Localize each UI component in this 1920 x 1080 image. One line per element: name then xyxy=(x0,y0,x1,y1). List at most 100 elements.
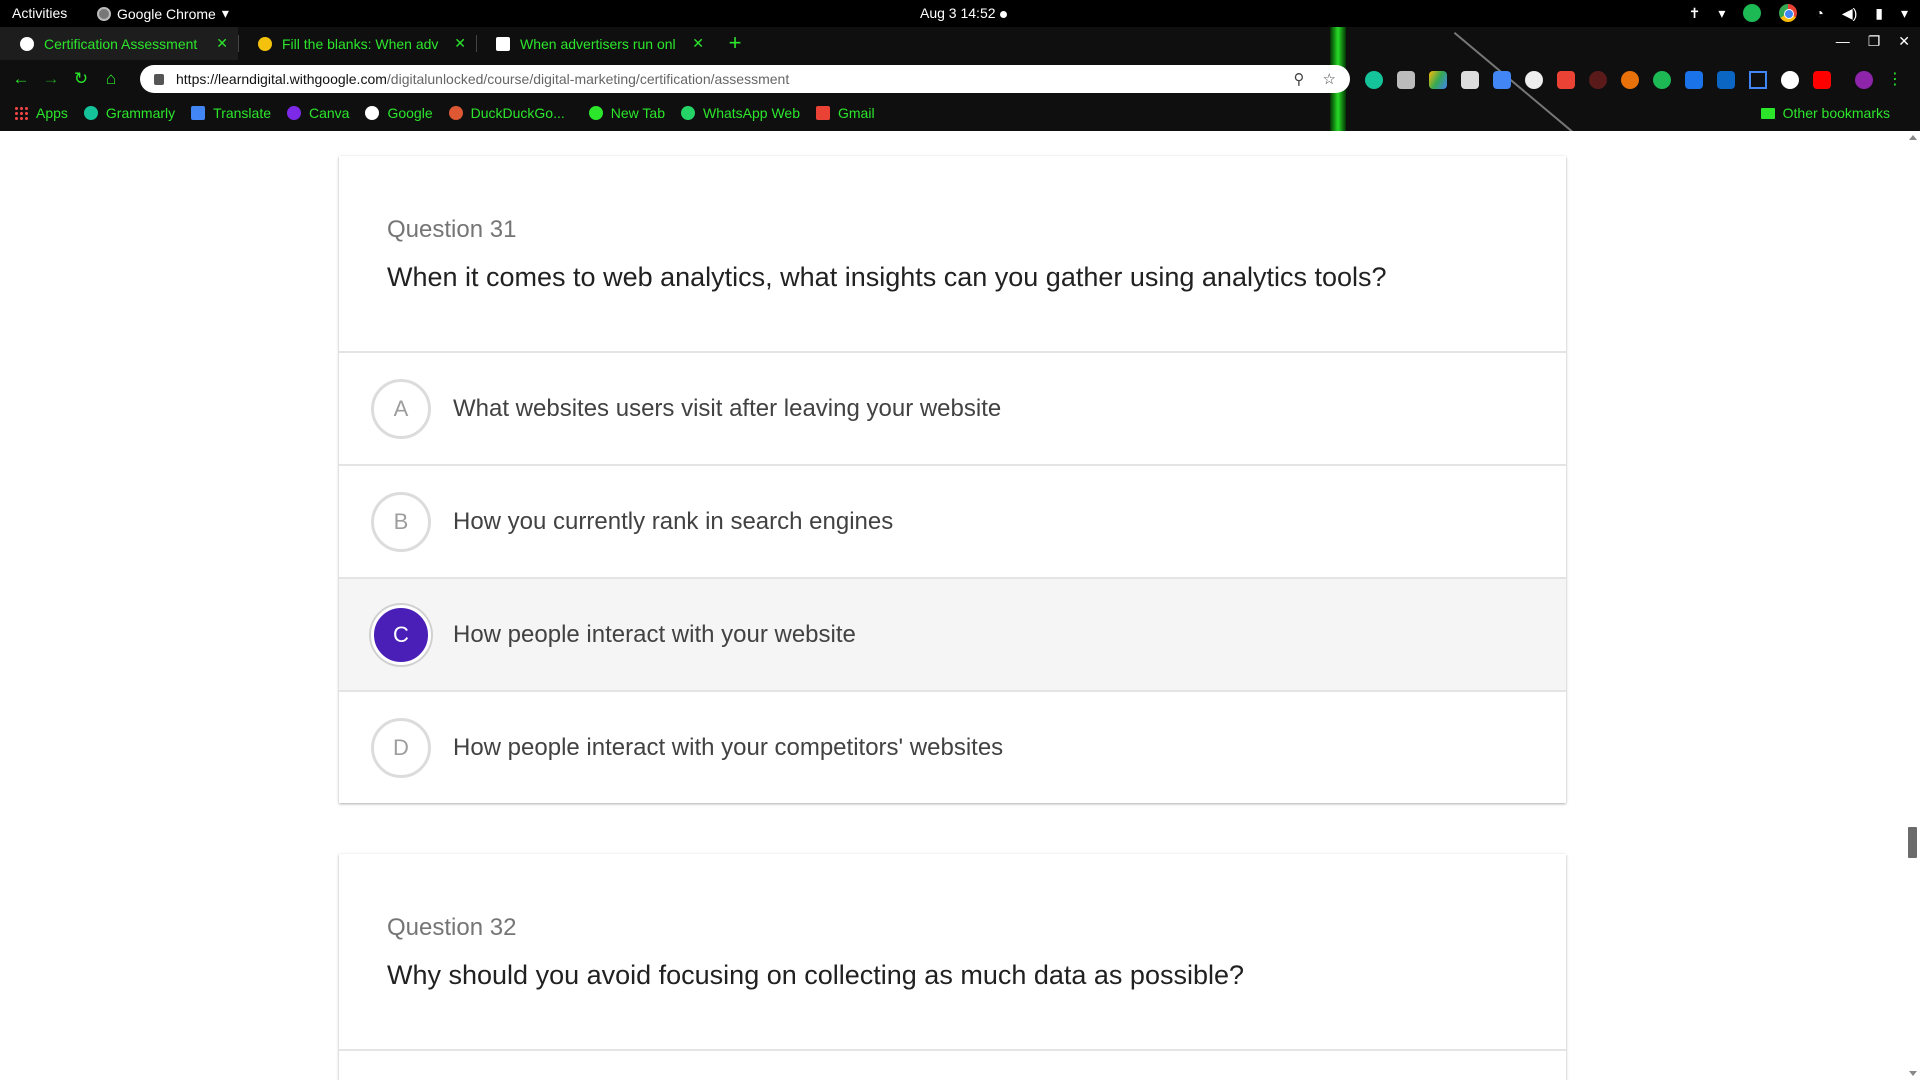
grammarly-icon xyxy=(83,106,98,120)
browser-toolbar: ← → ↻ ⌂ https://learndigital.withgoogle.… xyxy=(0,61,1920,97)
profile-avatar-icon[interactable] xyxy=(1855,71,1873,89)
question-number: Question 31 xyxy=(387,216,517,243)
bookmark-canva[interactable]: Canva xyxy=(287,105,349,121)
question-card: Question 32 Why should you avoid focusin… xyxy=(339,854,1566,1080)
close-tab-icon[interactable]: ✕ xyxy=(454,35,466,52)
forward-icon[interactable]: → xyxy=(36,69,66,89)
gmail-icon xyxy=(816,106,830,120)
option-letter-badge: D xyxy=(371,717,431,778)
youtube-extension-icon[interactable] xyxy=(1813,71,1831,89)
gmail-extension-icon[interactable] xyxy=(1557,71,1575,89)
answer-option-a[interactable] xyxy=(339,1049,1566,1080)
answer-option-c[interactable]: C How people interact with your website xyxy=(339,577,1566,690)
home-icon[interactable]: ⌂ xyxy=(96,69,126,89)
clock[interactable]: Aug 3 14:52 xyxy=(920,5,1007,21)
mail-extension-icon[interactable] xyxy=(1461,71,1479,89)
system-tray: ✝ ▾ ◔ ◀) ▮ ▾ xyxy=(1689,4,1908,22)
bookmark-label: New Tab xyxy=(610,105,665,121)
extension-icon[interactable] xyxy=(1621,71,1639,89)
drive-extension-icon[interactable] xyxy=(1429,71,1447,89)
bookmark-gmail[interactable]: Gmail xyxy=(816,105,875,121)
option-letter-badge: C xyxy=(371,604,431,665)
bookmark-star-icon[interactable]: ☆ xyxy=(1323,70,1336,88)
chrome-tray-icon[interactable] xyxy=(1779,4,1798,22)
battery-icon[interactable]: ▮ xyxy=(1875,5,1883,22)
volume-icon[interactable]: ◀) xyxy=(1842,5,1857,22)
brainly-favicon-icon xyxy=(496,36,510,51)
linkedin-extension-icon[interactable] xyxy=(1717,71,1735,89)
wifi-icon[interactable]: ◔ xyxy=(1815,5,1823,21)
question-card: Question 31 When it comes to web analyti… xyxy=(339,156,1566,803)
question-text: When it comes to web analytics, what ins… xyxy=(387,262,1387,292)
restore-icon[interactable]: ❐ xyxy=(1868,33,1881,50)
accessibility-icon[interactable]: ✝ xyxy=(1689,5,1701,22)
close-window-icon[interactable]: ✕ xyxy=(1898,33,1910,50)
status-indicator-icon[interactable] xyxy=(1743,4,1762,22)
extension-icon[interactable] xyxy=(1749,71,1767,89)
extension-icon[interactable] xyxy=(1525,71,1543,89)
extension-icon[interactable] xyxy=(1589,71,1607,89)
activities-button[interactable]: Activities xyxy=(12,5,67,21)
bookmark-grammarly[interactable]: Grammarly xyxy=(83,105,175,121)
tab-when-advertisers[interactable]: When advertisers run onl ✕ xyxy=(476,27,714,60)
bookmark-duckduckgo[interactable]: DuckDuckGo... xyxy=(448,105,565,121)
chevron-down-icon: ▾ xyxy=(221,5,229,21)
google-favicon-icon xyxy=(20,36,34,51)
option-text: What websites users visit after leaving … xyxy=(453,394,1002,422)
app-menu[interactable]: Google Chrome ▾ xyxy=(97,5,229,22)
bookmark-translate[interactable]: Translate xyxy=(191,105,271,121)
tab-fill-the-blanks[interactable]: Fill the blanks: When adv ✕ xyxy=(238,27,476,60)
extensions-bar: ⋮ xyxy=(1365,71,1903,89)
tab-strip: Certification Assessment ✕ Fill the blan… xyxy=(0,27,750,60)
answer-option-b[interactable]: B How you currently rank in search engin… xyxy=(339,464,1566,577)
other-bookmarks[interactable]: Other bookmarks xyxy=(1760,105,1890,121)
grammarly-extension-icon[interactable] xyxy=(1365,71,1383,89)
extension-icon[interactable] xyxy=(1493,71,1511,89)
new-tab-button[interactable]: + xyxy=(720,29,750,59)
chevron-down-icon[interactable]: ▾ xyxy=(1901,5,1908,22)
bookmark-label: Google xyxy=(387,105,433,121)
scroll-down-icon[interactable] xyxy=(1909,1071,1917,1076)
reload-icon[interactable]: ↻ xyxy=(66,69,96,89)
answer-option-a[interactable]: A What websites users visit after leavin… xyxy=(339,351,1566,464)
bulb-favicon-icon xyxy=(258,36,272,51)
extension-icon[interactable] xyxy=(1653,71,1671,89)
close-tab-icon[interactable]: ✕ xyxy=(692,35,704,52)
bookmark-label: Canva xyxy=(309,105,350,121)
back-icon[interactable]: ← xyxy=(6,69,36,89)
answer-option-d[interactable]: D How people interact with your competit… xyxy=(339,690,1566,803)
bookmark-google[interactable]: Google xyxy=(365,105,433,121)
option-text: How people interact with your website xyxy=(453,620,856,648)
new-tab-icon xyxy=(588,106,603,120)
scrollbar-thumb[interactable] xyxy=(1908,827,1917,858)
extension-icon[interactable] xyxy=(1685,71,1703,89)
bookmark-label: Translate xyxy=(213,105,271,121)
tab-title: Certification Assessment xyxy=(44,35,198,52)
question-header: Question 31 When it comes to web analyti… xyxy=(339,156,1566,351)
chevron-down-icon[interactable]: ▾ xyxy=(1718,5,1725,22)
option-text: How people interact with your competitor… xyxy=(453,733,1004,761)
close-tab-icon[interactable]: ✕ xyxy=(216,35,228,52)
tab-title: When advertisers run onl xyxy=(520,35,676,52)
zoom-icon[interactable]: ⚲ xyxy=(1294,70,1305,88)
bookmark-label: Other bookmarks xyxy=(1782,105,1890,121)
canva-icon xyxy=(287,106,301,120)
notification-dot-icon xyxy=(999,10,1007,18)
bookmark-label: Apps xyxy=(36,105,68,121)
app-name: Google Chrome xyxy=(117,5,216,22)
lock-icon[interactable] xyxy=(154,73,164,85)
page-content: Question 31 When it comes to web analyti… xyxy=(0,131,1920,1080)
extension-icon[interactable] xyxy=(1781,71,1799,89)
tab-title: Fill the blanks: When adv xyxy=(282,35,439,52)
bookmark-whatsapp[interactable]: WhatsApp Web xyxy=(680,105,800,121)
extension-icon[interactable] xyxy=(1397,71,1415,89)
minimize-icon[interactable]: — xyxy=(1836,33,1850,50)
address-bar[interactable]: https://learndigital.withgoogle.com/digi… xyxy=(140,65,1350,93)
chrome-app-icon xyxy=(97,6,111,21)
menu-icon[interactable]: ⋮ xyxy=(1887,71,1903,89)
scroll-up-icon[interactable] xyxy=(1909,135,1917,140)
bookmark-new-tab[interactable]: New Tab xyxy=(588,105,665,121)
bookmark-apps[interactable]: Apps xyxy=(14,105,68,121)
page-scrollbar[interactable] xyxy=(1905,131,1920,1080)
tab-certification-assessment[interactable]: Certification Assessment ✕ xyxy=(0,27,238,60)
